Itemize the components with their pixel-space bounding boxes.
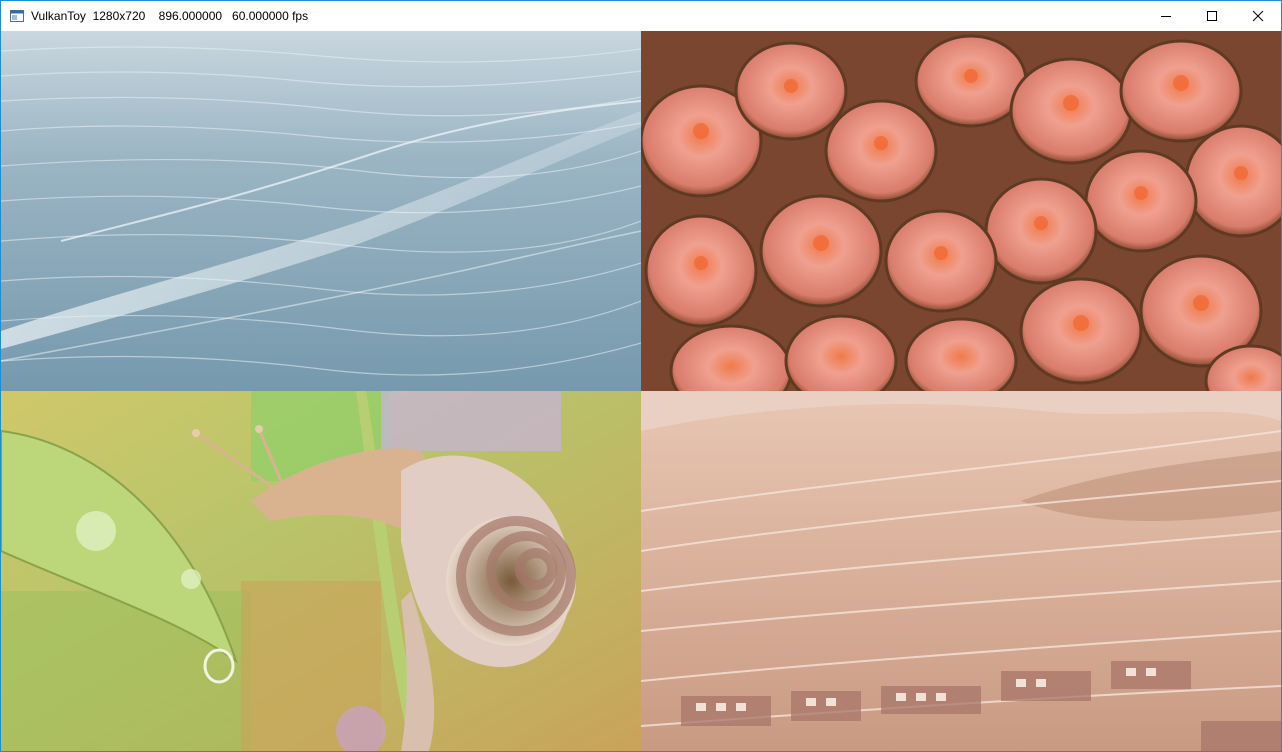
caption-buttons [1143, 1, 1281, 31]
app-window: VulkanToy 1280x720 896.000000 60.000000 … [0, 0, 1282, 752]
title-bar[interactable]: VulkanToy 1280x720 896.000000 60.000000 … [1, 1, 1281, 31]
minimize-button[interactable] [1143, 1, 1189, 31]
render-viewport[interactable] [1, 31, 1281, 751]
organic-cells-render [641, 31, 1281, 391]
maximize-button[interactable] [1189, 1, 1235, 31]
close-icon [1252, 10, 1264, 22]
sandstone-city-render [641, 391, 1281, 751]
window-title: VulkanToy 1280x720 896.000000 60.000000 … [31, 9, 309, 23]
maximize-icon [1207, 11, 1217, 21]
window-app-icon[interactable] [9, 8, 25, 24]
snail-on-stem-render [1, 391, 641, 751]
close-button[interactable] [1235, 1, 1281, 31]
ocean-waves-render [1, 31, 641, 391]
minimize-icon [1161, 16, 1171, 17]
